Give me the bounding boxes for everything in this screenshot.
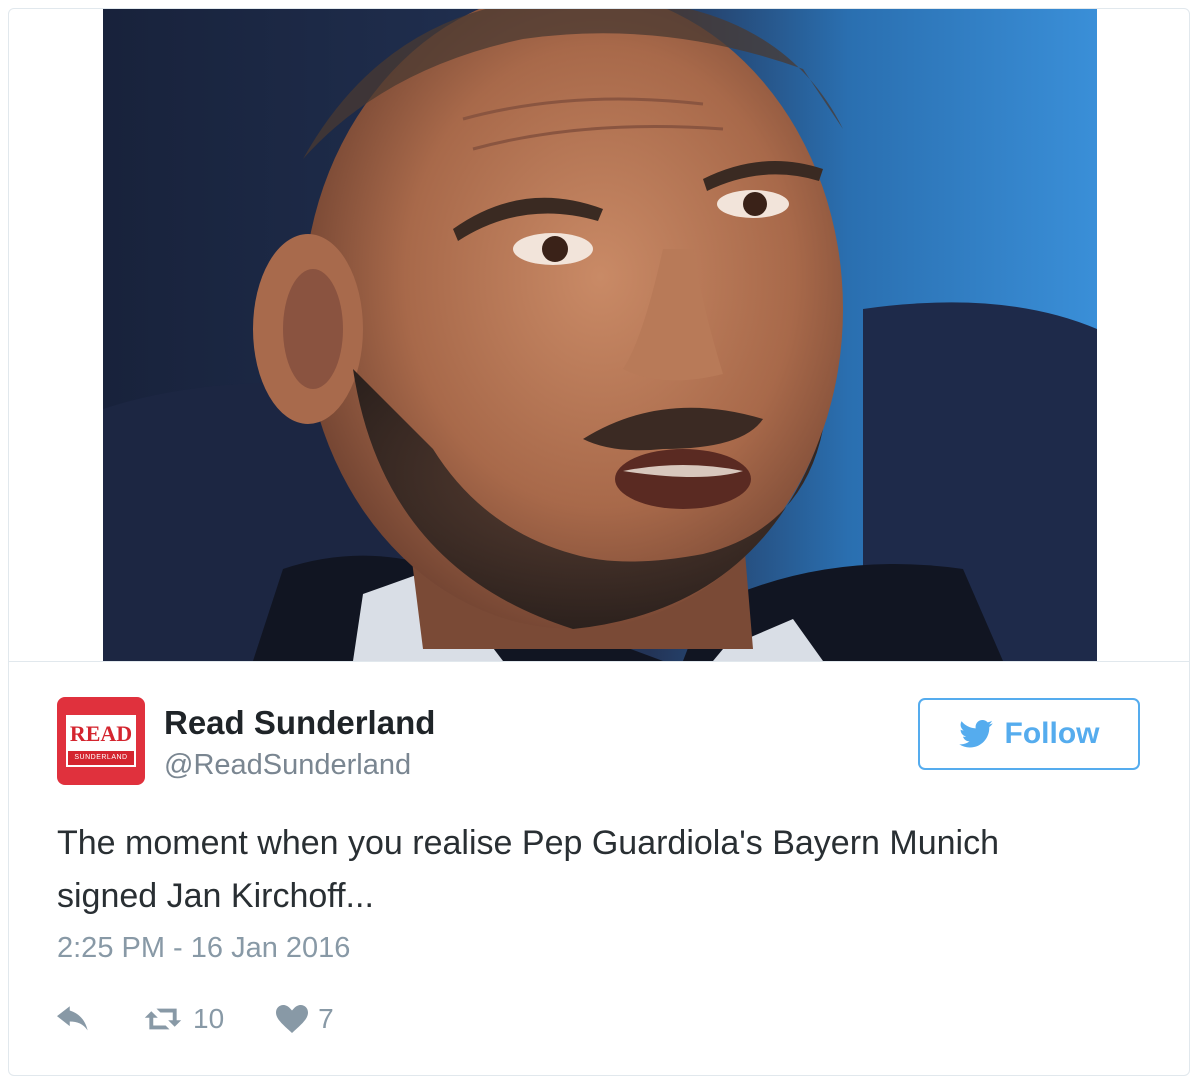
read-sunderland-logo: READ SUNDERLAND <box>66 715 136 767</box>
reply-button[interactable] <box>57 1006 91 1032</box>
tweet-text-line: The moment when you realise Pep Guardiol… <box>57 824 999 862</box>
author-handle[interactable]: @ReadSunderland <box>164 749 411 782</box>
tweet-timestamp[interactable]: 2:25 PM - 16 Jan 2016 <box>57 932 350 965</box>
like-button[interactable]: 7 <box>276 1003 334 1035</box>
retweet-count: 10 <box>193 1003 225 1034</box>
twitter-bird-icon <box>958 720 993 748</box>
logo-subtext: SUNDERLAND <box>68 751 134 765</box>
follow-button[interactable]: Follow <box>918 698 1140 770</box>
follow-label: Follow <box>1004 717 1100 750</box>
avatar[interactable]: READ SUNDERLAND <box>57 697 145 785</box>
tweet-actions: 10 7 <box>57 999 334 1039</box>
tweet-card: READ SUNDERLAND Read Sunderland @ReadSun… <box>8 8 1190 1076</box>
retweet-button[interactable]: 10 <box>143 1003 224 1035</box>
like-count: 7 <box>318 1003 334 1034</box>
heart-icon <box>276 1005 309 1033</box>
tweet-photo[interactable] <box>103 9 1097 661</box>
tweet-text: The moment when you realise Pep Guardiol… <box>57 817 1157 923</box>
divider <box>9 661 1189 662</box>
author-name[interactable]: Read Sunderland <box>164 704 435 742</box>
logo-text: READ <box>69 721 133 746</box>
tweet-text-line: signed Jan Kirchoff... <box>57 877 374 915</box>
retweet-icon <box>143 1006 183 1032</box>
reply-icon <box>57 1006 91 1032</box>
